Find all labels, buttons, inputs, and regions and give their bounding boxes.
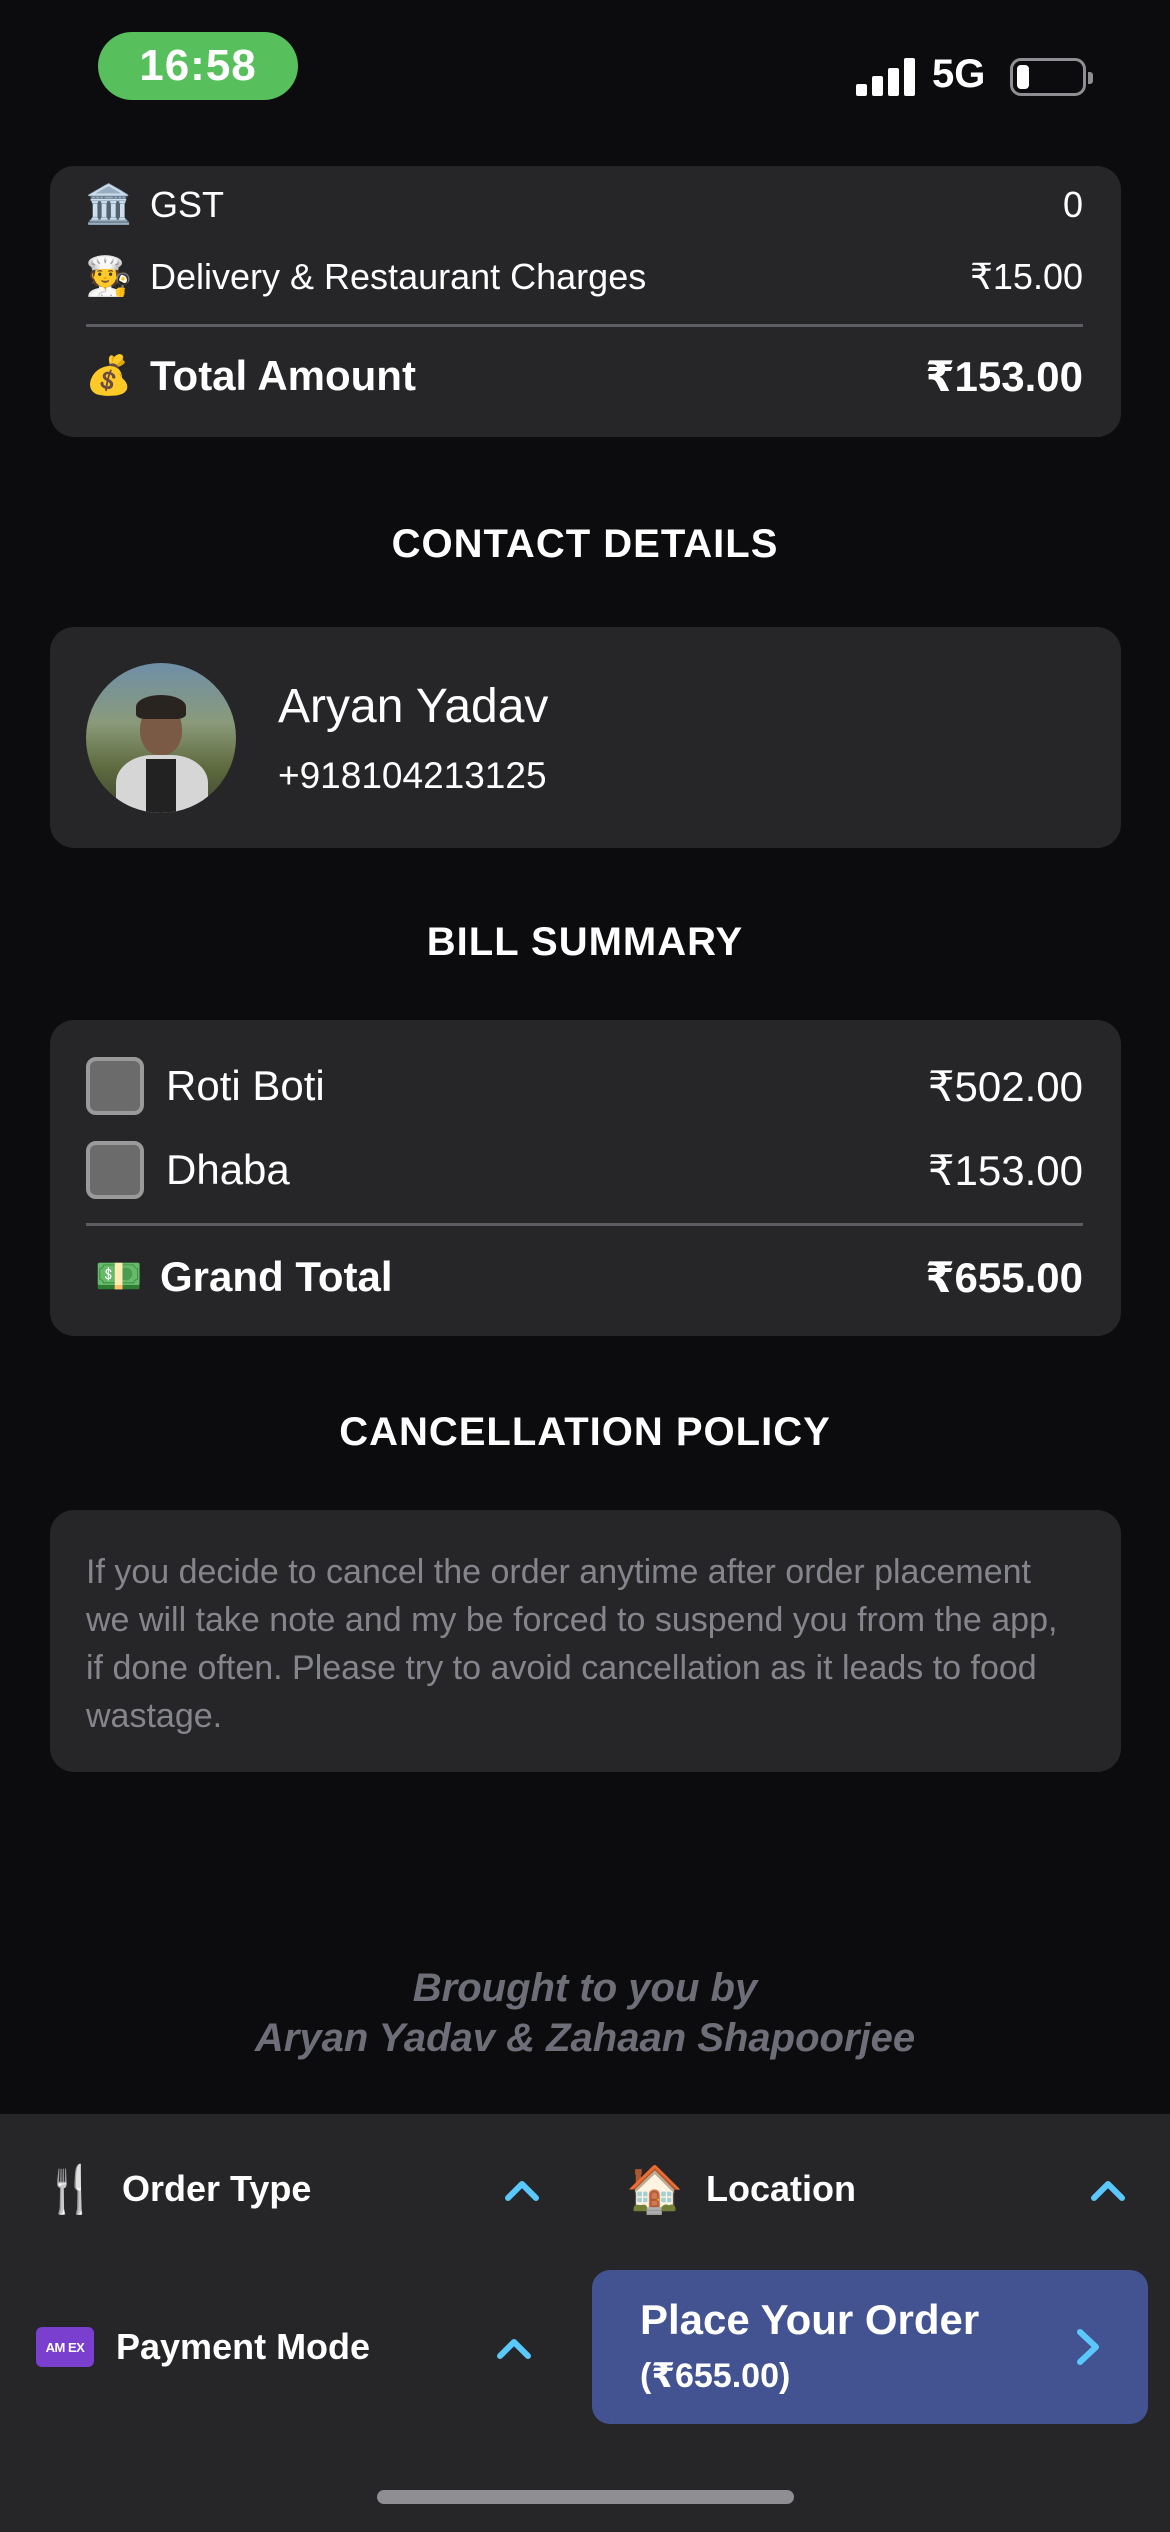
location-label: Location xyxy=(706,2168,856,2209)
house-icon: 🏠 xyxy=(626,2163,684,2215)
place-order-button[interactable]: Place Your Order (₹655.00) xyxy=(592,2270,1148,2424)
total-amount-label: Total Amount xyxy=(150,352,416,399)
bill-summary-title: BILL SUMMARY xyxy=(426,920,744,964)
location-selector[interactable]: 🏠 Location xyxy=(626,2160,856,2218)
delivery-charges-value: ₹15.00 xyxy=(970,256,1083,297)
restaurant-checkbox[interactable] xyxy=(86,1141,144,1199)
cancellation-policy-title: CANCELLATION POLICY xyxy=(339,1410,831,1454)
grand-total-value: ₹655.00 xyxy=(925,1253,1083,1301)
credits-line-2: Aryan Yadav & Zahaan Shapoorjee xyxy=(254,2016,916,2060)
gst-label: GST xyxy=(150,184,225,225)
amex-card-text: AM EX xyxy=(36,2327,94,2367)
home-indicator[interactable] xyxy=(377,2490,794,2504)
place-order-label: Place Your Order xyxy=(640,2296,980,2343)
chevron-right-icon xyxy=(1077,2329,1099,2365)
cancellation-policy-card: If you decide to cancel the order anytim… xyxy=(50,1510,1121,1772)
restaurant-icon: 🍴 xyxy=(42,2163,100,2215)
total-amount-value: ₹153.00 xyxy=(925,352,1083,400)
bill-item-name: Roti Boti xyxy=(166,1062,325,1109)
bank-icon: 🏛️ xyxy=(85,184,133,226)
bill-divider xyxy=(86,1223,1083,1226)
chevron-up-icon[interactable] xyxy=(1088,2170,1128,2210)
contact-name: Aryan Yadav xyxy=(278,680,549,733)
network-type: 5G xyxy=(932,52,986,96)
chevron-up-icon[interactable] xyxy=(502,2170,542,2210)
total-amount-row: 💰 Total Amount ₹153.00 xyxy=(85,346,1083,406)
order-summary-card: 🏛️ GST 0 🧑‍🍳 Delivery & Restaurant Charg… xyxy=(50,166,1121,437)
contact-card: Aryan Yadav +918104213125 xyxy=(50,627,1121,848)
cancellation-policy-text: If you decide to cancel the order anytim… xyxy=(86,1553,1058,1735)
gst-value: 0 xyxy=(1062,184,1083,225)
bill-summary-card: Roti Boti ₹502.00 Dhaba ₹153.00 💵 Grand … xyxy=(50,1020,1121,1336)
payment-mode-selector[interactable]: AM EX Payment Mode xyxy=(36,2318,370,2376)
avatar xyxy=(86,663,236,813)
status-time: 16:58 xyxy=(98,32,298,100)
status-bar: 16:58 5G xyxy=(0,0,1170,160)
battery-icon xyxy=(1010,58,1093,96)
bill-item-amount: ₹153.00 xyxy=(927,1146,1083,1194)
bill-item-name: Dhaba xyxy=(166,1146,290,1193)
delivery-charges-row: 🧑‍🍳 Delivery & Restaurant Charges ₹15.00 xyxy=(85,252,1083,302)
delivery-charges-label: Delivery & Restaurant Charges xyxy=(150,256,647,297)
banknote-icon: 💵 xyxy=(95,1256,143,1298)
summary-divider xyxy=(86,324,1083,327)
order-type-label: Order Type xyxy=(122,2168,312,2209)
amex-card-icon: AM EX xyxy=(36,2318,94,2376)
contact-details-title: CONTACT DETAILS xyxy=(391,522,779,566)
gst-row: 🏛️ GST 0 xyxy=(85,182,1083,228)
contact-phone: +918104213125 xyxy=(278,755,547,796)
grand-total-row: 💵 Grand Total ₹655.00 xyxy=(86,1244,1083,1310)
bill-item-amount: ₹502.00 xyxy=(927,1062,1083,1110)
credits-line-1: Brought to you by xyxy=(412,1966,758,2010)
payment-mode-label: Payment Mode xyxy=(116,2326,371,2367)
checkout-screen: 16:58 5G 🏛️ GST 0 🧑‍🍳 Delivery & Restaur… xyxy=(0,0,1170,2532)
signal-icon xyxy=(856,58,916,96)
order-type-selector[interactable]: 🍴 Order Type xyxy=(42,2160,311,2218)
bill-item-row: Dhaba ₹153.00 xyxy=(86,1140,1083,1200)
restaurant-checkbox[interactable] xyxy=(86,1057,144,1115)
bill-item-row: Roti Boti ₹502.00 xyxy=(86,1056,1083,1116)
chevron-up-icon[interactable] xyxy=(494,2328,534,2368)
grand-total-label: Grand Total xyxy=(160,1253,393,1300)
place-order-amount: (₹655.00) xyxy=(640,2357,791,2395)
money-bag-icon: 💰 xyxy=(85,355,133,397)
delivery-person-icon: 🧑‍🍳 xyxy=(85,256,133,298)
